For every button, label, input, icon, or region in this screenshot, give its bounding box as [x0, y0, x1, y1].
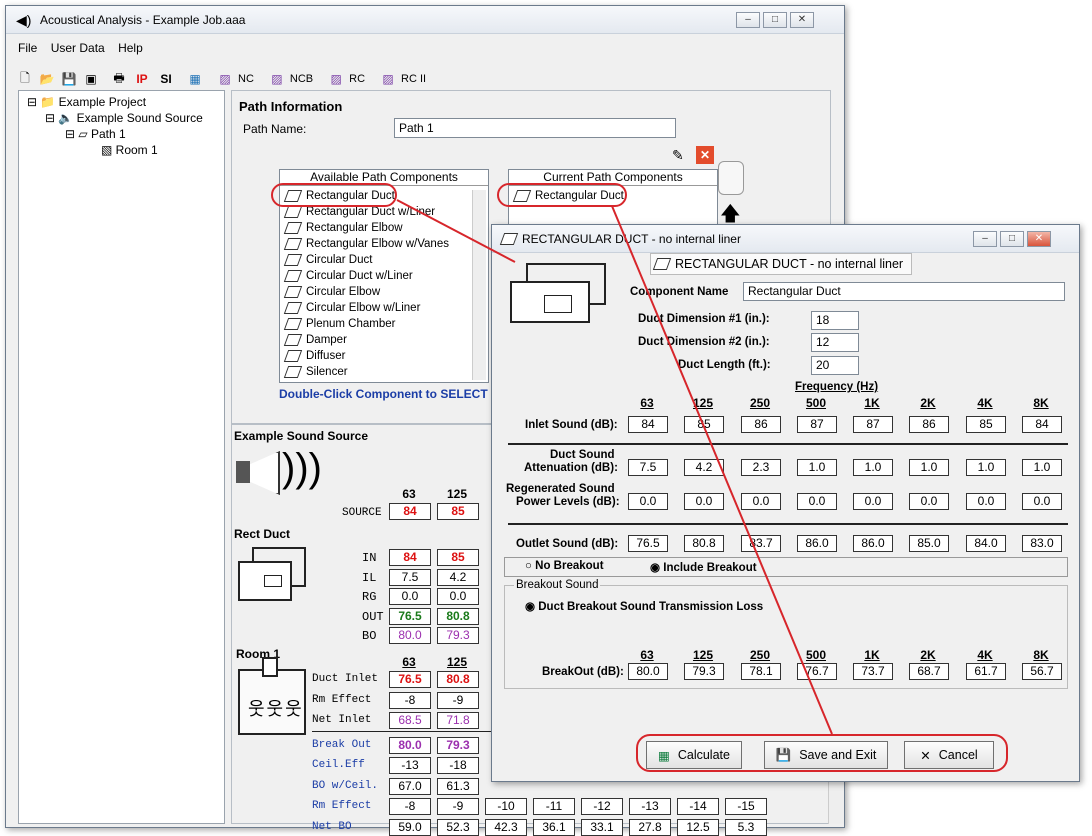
callout-lines [396, 199, 833, 735]
